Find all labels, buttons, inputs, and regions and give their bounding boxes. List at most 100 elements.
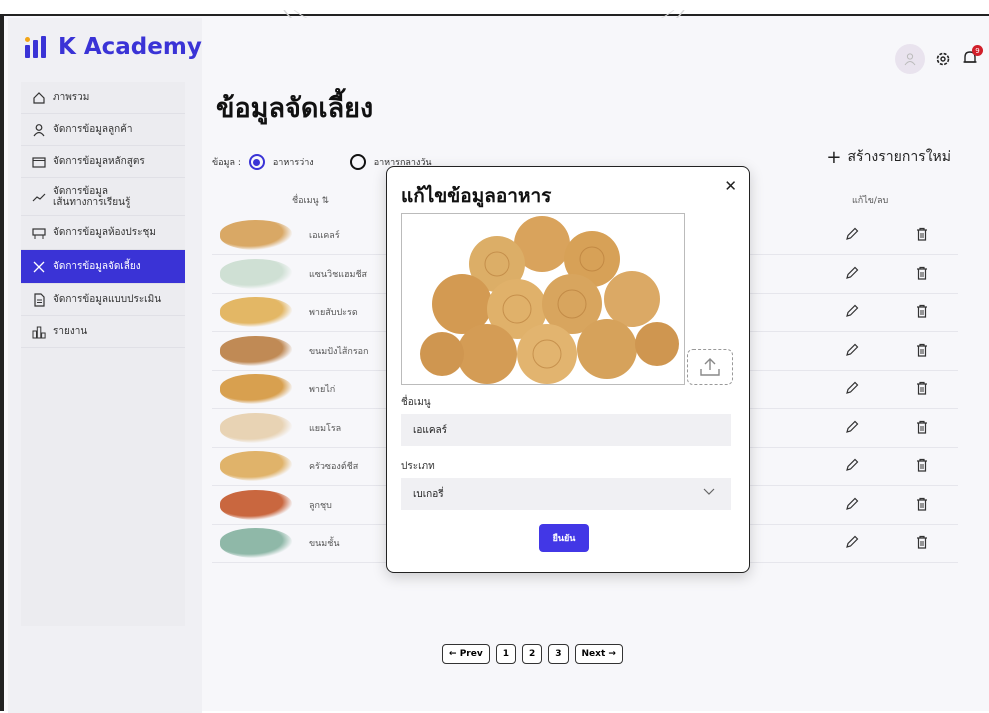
folder-icon — [31, 154, 47, 170]
sidebar-item-overview[interactable]: ภาพรวม — [21, 82, 185, 114]
page-title: ข้อมูลจัดเลี้ยง — [216, 93, 374, 124]
food-thumbnail — [220, 258, 292, 289]
page-button-1[interactable]: 1 — [495, 644, 516, 664]
column-header-menu[interactable]: ชื่อเมนู ⇅ — [292, 193, 329, 207]
radio-snack[interactable] — [248, 154, 265, 170]
food-thumbnail — [220, 528, 292, 558]
brand-logo[interactable]: K Academy — [24, 34, 202, 60]
food-thumbnail — [220, 297, 292, 327]
trash-icon[interactable] — [914, 265, 930, 281]
pencil-icon[interactable] — [844, 457, 860, 473]
sidebar-item-label: จัดการข้อมูลลูกค้า — [53, 124, 133, 135]
pencil-icon[interactable] — [844, 419, 860, 435]
pencil-icon[interactable] — [844, 265, 860, 281]
sidebar-item-assessment[interactable]: จัดการข้อมูลแบบประเมิน — [21, 284, 185, 316]
food-image — [401, 213, 685, 385]
plus-icon: + — [826, 146, 842, 168]
trash-icon[interactable] — [914, 419, 930, 435]
trash-icon[interactable] — [914, 342, 930, 358]
upload-image-button[interactable] — [687, 349, 733, 385]
sidebar-item-label: จัดการข้อมูลแบบประเมิน — [53, 294, 162, 305]
close-icon[interactable]: ✕ — [724, 177, 737, 195]
confirm-button[interactable]: ยืนยัน — [539, 524, 589, 552]
chevron-down-icon — [703, 488, 715, 495]
sidebar-item-meeting-rooms[interactable]: จัดการข้อมูลห้องประชุม — [21, 216, 185, 250]
gear-icon[interactable] — [935, 51, 951, 67]
menu-name-cell: แซนวิชแฮมชีส — [309, 269, 368, 280]
page-button-2[interactable]: 2 — [521, 644, 543, 664]
food-thumbnail — [220, 335, 292, 366]
edit-food-modal: แก้ไขข้อมูลอาหาร ✕ ชื่อเมนู เอแคลร์ ประเ… — [386, 166, 750, 573]
next-label: Next — [581, 649, 606, 659]
trash-icon[interactable] — [914, 380, 930, 396]
sidebar-item-label: จัดการข้อมูลจัดเลี้ยง — [53, 261, 141, 272]
pencil-icon[interactable] — [844, 342, 860, 358]
notification-bell[interactable]: 9 — [961, 45, 983, 69]
sidebar-item-learning-path[interactable]: จัดการข้อมูล เส้นทางการเรียนรู้ — [21, 178, 185, 216]
sidebar-item-label: จัดการข้อมูลหลักสูตร — [53, 156, 145, 167]
document-icon — [31, 292, 47, 308]
food-thumbnail — [220, 374, 292, 404]
column-header-actions: แก้ไข/ลบ — [852, 196, 889, 206]
type-select-value: เบเกอรี่ — [413, 488, 444, 500]
upload-icon — [700, 358, 720, 376]
sidebar: K Academy ภาพรวม จัดการข้อมูลลูกค้า จัดก… — [8, 18, 202, 713]
home-icon — [31, 90, 47, 106]
menu-name-cell: ขนมปังไส้กรอก — [309, 346, 369, 357]
menu-name-input[interactable]: เอแคลร์ — [401, 414, 731, 446]
next-button[interactable]: Next → — [574, 644, 623, 664]
bar-chart-logo-icon — [25, 36, 46, 58]
menu-name-cell: เอแคลร์ — [309, 231, 340, 241]
sidebar-item-courses[interactable]: จัดการข้อมูลหลักสูตร — [21, 146, 185, 178]
pencil-icon[interactable] — [844, 380, 860, 396]
arrow-left-icon: ← — [449, 649, 460, 659]
menu-name-cell: ขนมชั้น — [309, 539, 340, 549]
arrow-right-icon: → — [605, 649, 616, 659]
radio-lunch[interactable] — [349, 154, 366, 170]
sidebar-item-label: จัดการข้อมูล เส้นทางการเรียนรู้ — [53, 185, 131, 208]
pencil-icon[interactable] — [844, 496, 860, 512]
sidebar-item-label: จัดการข้อมูลห้องประชุม — [53, 227, 156, 238]
filter-label: ข้อมูล : — [212, 158, 241, 168]
food-thumbnail — [220, 220, 292, 250]
sidebar-item-customers[interactable]: จัดการข้อมูลลูกค้า — [21, 114, 185, 146]
menu-name-cell: ครัวซองต์ชีส — [309, 462, 359, 472]
pagination: ← Prev 1 2 3 Next → — [442, 644, 623, 664]
user-icon — [31, 122, 47, 138]
pencil-icon[interactable] — [844, 303, 860, 319]
sidebar-item-catering[interactable]: จัดการข้อมูลจัดเลี้ยง — [21, 250, 185, 284]
modal-title: แก้ไขข้อมูลอาหาร — [401, 185, 552, 207]
top-bar-icons: 9 — [895, 44, 983, 74]
pencil-icon[interactable] — [844, 226, 860, 242]
user-icon — [904, 53, 916, 66]
type-select[interactable]: เบเกอรี่ — [401, 478, 731, 510]
sidebar-item-label: ภาพรวม — [53, 92, 90, 103]
utensils-icon — [31, 259, 47, 275]
avatar[interactable] — [895, 44, 925, 74]
menu-name-cell: ลูกชุบ — [309, 500, 332, 511]
trash-icon[interactable] — [914, 457, 930, 473]
menu-name-cell: แยมโรล — [309, 423, 342, 434]
trash-icon[interactable] — [914, 534, 930, 550]
trash-icon[interactable] — [914, 496, 930, 512]
sidebar-item-label: รายงาน — [53, 326, 88, 337]
food-thumbnail — [220, 412, 292, 443]
trash-icon[interactable] — [914, 226, 930, 242]
pencil-icon[interactable] — [844, 534, 860, 550]
sidebar-item-reports[interactable]: รายงาน — [21, 316, 185, 348]
radio-snack-label: อาหารว่าง — [272, 158, 314, 168]
food-thumbnail — [220, 451, 292, 481]
trend-icon — [31, 189, 47, 205]
meeting-icon — [31, 225, 47, 241]
add-new-label: สร้างรายการใหม่ — [847, 149, 952, 165]
trash-icon[interactable] — [914, 303, 930, 319]
add-new-button[interactable]: + สร้างรายการใหม่ — [826, 146, 951, 168]
type-label: ประเภท — [401, 461, 435, 472]
page-button-3[interactable]: 3 — [548, 644, 569, 664]
menu-name-cell: พายสับปะรด — [309, 308, 358, 318]
menu-name-cell: พายไก่ — [309, 385, 336, 395]
prev-button[interactable]: ← Prev — [442, 644, 490, 664]
food-thumbnail — [220, 489, 292, 520]
column-header-label: ชื่อเมนู — [292, 196, 319, 206]
brand-name: K Academy — [58, 34, 202, 60]
